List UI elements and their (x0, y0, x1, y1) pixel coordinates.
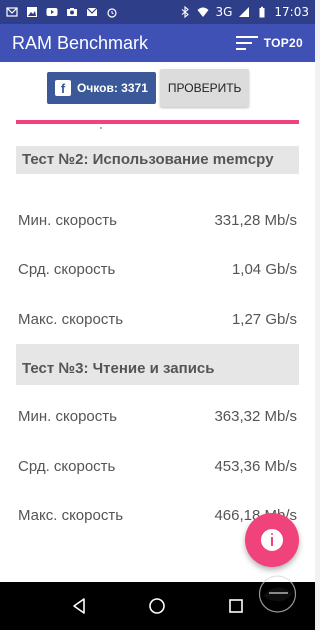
alarm-icon (107, 8, 117, 18)
top20-button[interactable]: TOP20 (235, 35, 303, 51)
row-label: Макс. скорость (18, 507, 124, 524)
facebook-share-button[interactable]: f Очков: 3371 (47, 72, 156, 104)
row-value: 331,28 Mb/s (214, 212, 297, 229)
result-row: Макс. скорость 1,27 Gb/s (16, 311, 299, 328)
scroll-dot (100, 127, 102, 129)
result-row: Срд. скорость 453,36 Mb/s (16, 458, 299, 475)
mail-icon (86, 7, 98, 16)
camera-icon (67, 8, 77, 16)
recents-button[interactable] (224, 594, 248, 618)
network-type: 3G (215, 5, 233, 19)
wifi-icon (197, 7, 209, 17)
row-label: Мин. скорость (18, 212, 117, 229)
main-content[interactable]: f Очков: 3371 ПРОВЕРИТЬ Тест №2: Использ… (0, 62, 315, 582)
result-row: Мин. скорость 331,28 Mb/s (16, 212, 299, 229)
recents-icon (229, 599, 243, 613)
watermark-logo (258, 575, 297, 613)
status-bar: 3G 17:03 (0, 0, 315, 24)
app-title: RAM Benchmark (12, 32, 149, 53)
result-row: Срд. скорость 1,04 Gb/s (16, 261, 299, 278)
clock: 17:03 (274, 5, 309, 19)
facebook-icon: f (55, 80, 71, 96)
divider-accent (16, 120, 299, 124)
row-value: 1,04 Gb/s (231, 261, 297, 278)
info-fab-button[interactable] (245, 513, 299, 567)
youtube-icon (46, 8, 58, 16)
check-button[interactable]: ПРОВЕРИТЬ (159, 69, 250, 107)
back-button[interactable] (67, 594, 91, 618)
bluetooth-icon (182, 6, 190, 18)
section-header-test3: Тест №3: Чтение и запись (16, 344, 299, 385)
result-row: Мин. скорость 363,32 Mb/s (16, 408, 299, 425)
back-icon (73, 598, 85, 614)
row-value: 453,36 Mb/s (214, 458, 297, 475)
signal-icon (239, 7, 250, 17)
info-icon (261, 529, 283, 551)
section-header-test2: Тест №2: Использование memcpy (16, 146, 299, 174)
notification-icons (6, 6, 118, 18)
score-label: Очков: 3371 (77, 81, 148, 95)
envelope-icon (6, 7, 18, 17)
top20-label: TOP20 (263, 36, 303, 50)
action-bar: f Очков: 3371 ПРОВЕРИТЬ (47, 69, 250, 107)
row-label: Мин. скорость (18, 408, 117, 425)
row-value: 1,27 Gb/s (231, 311, 297, 328)
battery-icon (259, 6, 265, 18)
row-value: 363,32 Mb/s (214, 408, 297, 425)
home-button[interactable] (145, 594, 169, 618)
row-label: Макс. скорость (18, 311, 124, 328)
list-icon (235, 36, 258, 50)
image-icon (27, 7, 37, 17)
row-label: Срд. скорость (18, 261, 116, 278)
app-bar: RAM Benchmark TOP20 (0, 24, 315, 62)
row-label: Срд. скорость (18, 458, 116, 475)
system-icons: 3G 17:03 (179, 5, 309, 19)
home-icon (149, 598, 166, 614)
